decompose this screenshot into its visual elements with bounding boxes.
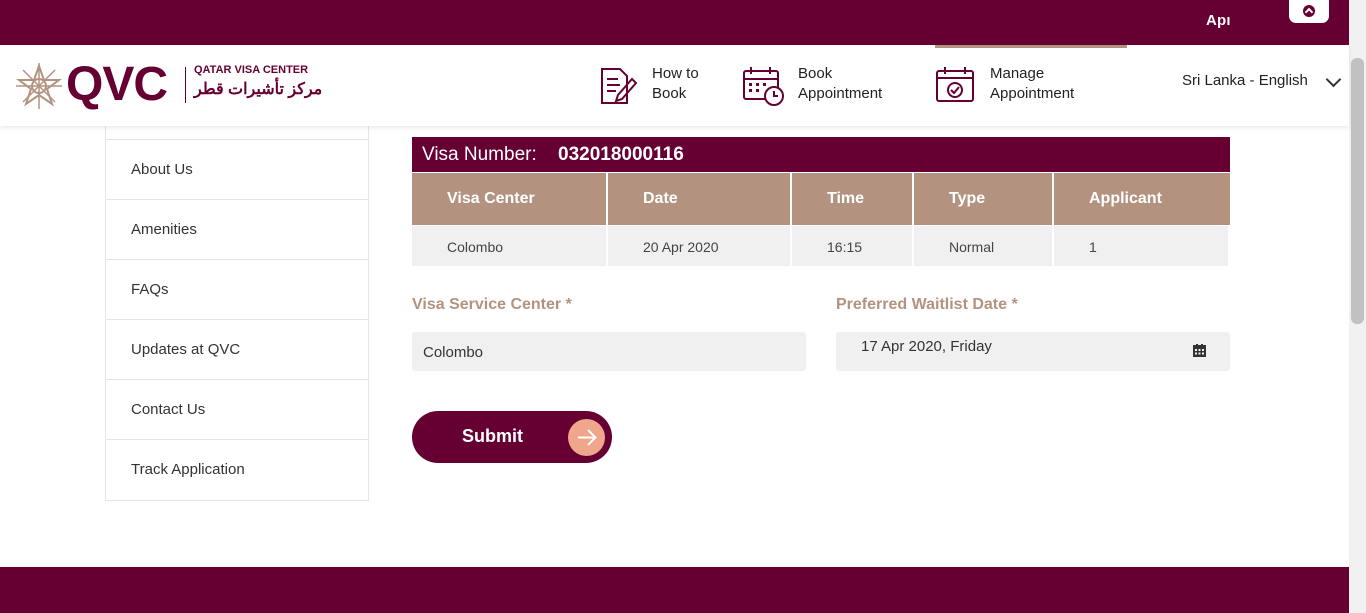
topbar-text: Apı: [1206, 12, 1231, 29]
visa-number-value: 032018000116: [558, 144, 684, 165]
service-center-field[interactable]: Colombo: [412, 332, 806, 371]
table-header-cell: Applicant: [1054, 173, 1230, 225]
service-center-value: Colombo: [423, 344, 484, 361]
scroll-to-top-button[interactable]: [1289, 0, 1329, 23]
nav-book-appointment[interactable]: Book Appointment: [742, 45, 902, 126]
nav-book-appointment-label: Book Appointment: [798, 65, 883, 102]
logo-wordmark: QVC: [66, 58, 168, 111]
sidebar-item-track-application[interactable]: Track Application: [106, 439, 368, 500]
nav-how-to-book[interactable]: How to Book: [596, 45, 716, 126]
table-cell: Colombo: [412, 226, 606, 266]
calendar-icon[interactable]: [1193, 344, 1206, 357]
logo-divider: [185, 67, 186, 103]
sidebar-item-amenities[interactable]: Amenities: [106, 199, 368, 260]
table-header-cell: Date: [608, 173, 790, 225]
table-cell: Normal: [914, 226, 1052, 266]
scrollbar-thumb[interactable]: [1351, 58, 1364, 324]
visa-number-label: Visa Number:: [422, 144, 537, 165]
logo-name-english: QATAR VISA CENTER: [194, 64, 309, 76]
sidebar-item-label: About Us: [131, 161, 193, 178]
page-scrollbar[interactable]: [1349, 0, 1366, 613]
table-cell: 20 Apr 2020: [608, 226, 790, 266]
sidebar-item-faqs[interactable]: FAQs: [106, 259, 368, 320]
arrow-right-icon: [568, 419, 605, 456]
site-header: QVC QATAR VISA CENTER مركز تأشيرات قطر H…: [0, 45, 1349, 126]
sidebar-item-contact-us[interactable]: Contact Us: [106, 379, 368, 440]
sidebar-item-about-us[interactable]: About Us: [106, 139, 368, 200]
language-selector[interactable]: Sri Lanka - English: [1182, 72, 1308, 89]
nav-manage-appointment-label: Manage Appointment: [990, 65, 1075, 102]
sidebar-item-updates[interactable]: Updates at QVC: [106, 319, 368, 380]
table-cell: 1: [1054, 226, 1228, 266]
sidebar-menu: About Us Amenities FAQs Updates at QVC C…: [105, 126, 369, 501]
sidebar-item-label: FAQs: [131, 281, 169, 298]
visa-number-banner: Visa Number: 032018000116: [412, 137, 1230, 172]
qvc-logo[interactable]: QVC QATAR VISA CENTER مركز تأشيرات قطر: [16, 58, 326, 113]
sidebar-item-label: Track Application: [131, 461, 245, 478]
chevron-up-icon: [1303, 5, 1315, 17]
waitlist-date-field[interactable]: 17 Apr 2020, Friday: [836, 332, 1230, 371]
submit-label: Submit: [462, 426, 523, 446]
document-pen-icon: [601, 68, 638, 104]
top-bar: Apı: [0, 0, 1349, 45]
table-header-cell: Type: [914, 173, 1052, 225]
table-header-cell: Time: [792, 173, 912, 225]
sidebar-item-label: Contact Us: [131, 401, 206, 418]
chevron-down-icon[interactable]: [1325, 71, 1342, 88]
sidebar-item-label: Updates at QVC: [131, 341, 241, 358]
calendar-clock-icon: [743, 67, 784, 106]
calendar-check-icon: [936, 67, 974, 102]
waitlist-date-value: 17 Apr 2020, Friday: [861, 338, 992, 355]
sidebar-item-label: Amenities: [131, 221, 197, 238]
logo-name-arabic: مركز تأشيرات قطر: [194, 81, 323, 98]
table-header-cell: Visa Center: [412, 173, 606, 225]
waitlist-date-label: Preferred Waitlist Date *: [836, 296, 1018, 313]
star-emblem-icon: [16, 63, 62, 109]
nav-how-to-book-label: How to Book: [652, 65, 699, 102]
service-center-label: Visa Service Center *: [412, 296, 572, 313]
nav-manage-appointment[interactable]: Manage Appointment: [935, 45, 1127, 126]
table-cell: 16:15: [792, 226, 912, 266]
site-footer: [0, 567, 1349, 613]
submit-button[interactable]: Submit: [412, 411, 612, 463]
